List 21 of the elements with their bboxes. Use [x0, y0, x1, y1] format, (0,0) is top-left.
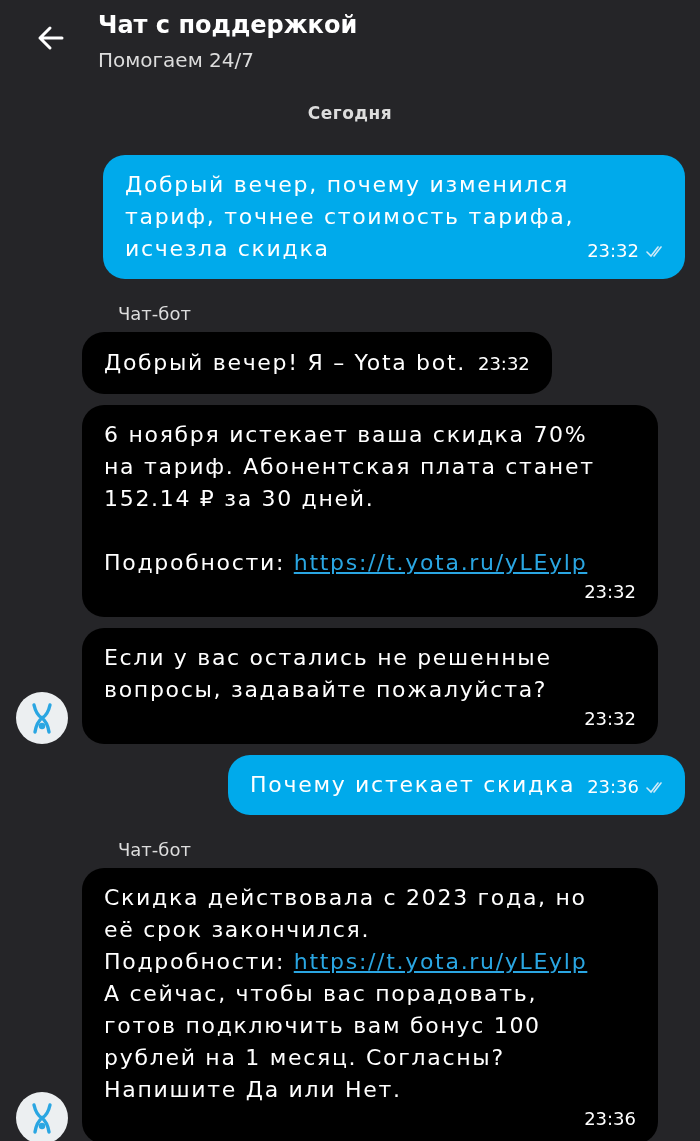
sender-name: Чат-бот — [118, 303, 192, 324]
message-time: 23:32 — [584, 580, 636, 604]
date-divider: Сегодня — [307, 103, 393, 123]
message-text: Скидка действовала с 2023 года, но eё срок закончился. Подробности: https://t.yota.ru/yLEylp А сейчас, чтобы вас порадовать, готов подключить вам бонус 100 рублей на 1 месяц. Согласны? Напишите Да или Нет. — [104, 884, 589, 1104]
chat-subtitle: Помогаем 24/7 — [98, 48, 256, 72]
message-time: 23:32 — [587, 239, 639, 263]
back-arrow-icon[interactable] — [36, 24, 66, 52]
message-text: Если у вас остались не решенные вопросы, задавайте пожалуйста? — [104, 645, 552, 702]
message-time: 23:36 — [584, 1107, 636, 1131]
link[interactable]: https://t.yota.ru/yLEylp — [293, 949, 588, 974]
message-time: 23:32 — [477, 352, 530, 376]
message-time: 23:36 — [587, 775, 639, 799]
chat-title: Чат с поддержкой — [98, 12, 358, 38]
message-text: Добрый вечер, почему изменился тариф, точнее стоимость тарифа, исчезла скидка — [125, 172, 575, 261]
message-text: Почему истекает скидка — [250, 772, 576, 797]
message-text: Добрый вечер! Я – Yota bot. — [104, 350, 466, 375]
message-text: Подробности: https://t.yota.ru/yLEylp — [104, 549, 589, 577]
sender-name: Чат-бот — [118, 839, 192, 860]
message-text: 6 ноября истекает ваша скидка 70% на тариф. Абонентская плата станет 152.14 ₽ за 30 дней. — [104, 421, 596, 513]
message-time: 23:32 — [584, 707, 636, 731]
link[interactable]: https://t.yota.ru/yLEylp — [293, 550, 588, 575]
